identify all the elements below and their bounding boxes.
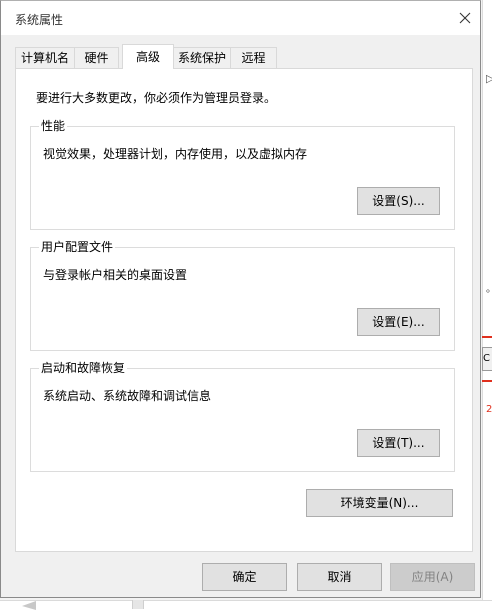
close-icon xyxy=(459,12,471,24)
title-bar: 系统属性 xyxy=(1,1,480,35)
tab-remote[interactable]: 远程 xyxy=(230,47,277,68)
performance-description: 视觉效果，处理器计划，内存使用，以及虚拟内存 xyxy=(43,147,308,161)
tab-system-protection[interactable]: 系统保护 xyxy=(173,47,231,68)
ok-button[interactable]: 确定 xyxy=(202,563,287,591)
window-title: 系统属性 xyxy=(15,13,64,27)
background-text-fragment: 。 xyxy=(486,280,492,295)
background-red-line xyxy=(482,336,492,338)
user-profiles-description: 与登录帐户相关的桌面设置 xyxy=(43,268,188,282)
background-text-fragment: 2 xyxy=(486,404,492,415)
background-red-line xyxy=(482,380,492,382)
background-scroll-fragment xyxy=(132,600,144,609)
tab-computer-name[interactable]: 计算机名 xyxy=(15,47,75,68)
startup-recovery-title: 启动和故障恢复 xyxy=(39,361,128,375)
background-window-edge xyxy=(482,0,492,609)
tab-hardware[interactable]: 硬件 xyxy=(74,47,119,68)
performance-title: 性能 xyxy=(39,119,68,133)
startup-recovery-group: 启动和故障恢复 系统启动、系统故障和调试信息 设置(T)... xyxy=(30,361,455,472)
background-cursor-icon: ▷ xyxy=(486,72,492,85)
cancel-button[interactable]: 取消 xyxy=(297,563,382,591)
close-button[interactable] xyxy=(450,4,480,32)
tab-advanced[interactable]: 高级 xyxy=(122,44,174,69)
advanced-tab-panel: 要进行大多数更改，你必须作为管理员登录。 性能 视觉效果，处理器计划，内存使用，… xyxy=(15,68,473,552)
startup-recovery-description: 系统启动、系统故障和调试信息 xyxy=(43,389,212,403)
performance-settings-button[interactable]: 设置(S)... xyxy=(357,187,440,215)
apply-button[interactable]: 应用(A) xyxy=(390,563,475,591)
performance-group: 性能 视觉效果，处理器计划，内存使用，以及虚拟内存 设置(S)... xyxy=(30,119,455,230)
system-properties-dialog: 系统属性 计算机名 硬件 高级 系统保护 远程 要进行大多数更改，你必须作为管理… xyxy=(0,0,481,598)
admin-notice: 要进行大多数更改，你必须作为管理员登录。 xyxy=(36,91,277,105)
startup-recovery-settings-button[interactable]: 设置(T)... xyxy=(357,429,440,457)
user-profiles-group: 用户配置文件 与登录帐户相关的桌面设置 设置(E)... xyxy=(30,240,455,351)
environment-variables-button[interactable]: 环境变量(N)... xyxy=(306,489,453,517)
background-button-fragment: C xyxy=(482,347,492,371)
user-profiles-settings-button[interactable]: 设置(E)... xyxy=(357,308,440,336)
user-profiles-title: 用户配置文件 xyxy=(39,240,116,254)
